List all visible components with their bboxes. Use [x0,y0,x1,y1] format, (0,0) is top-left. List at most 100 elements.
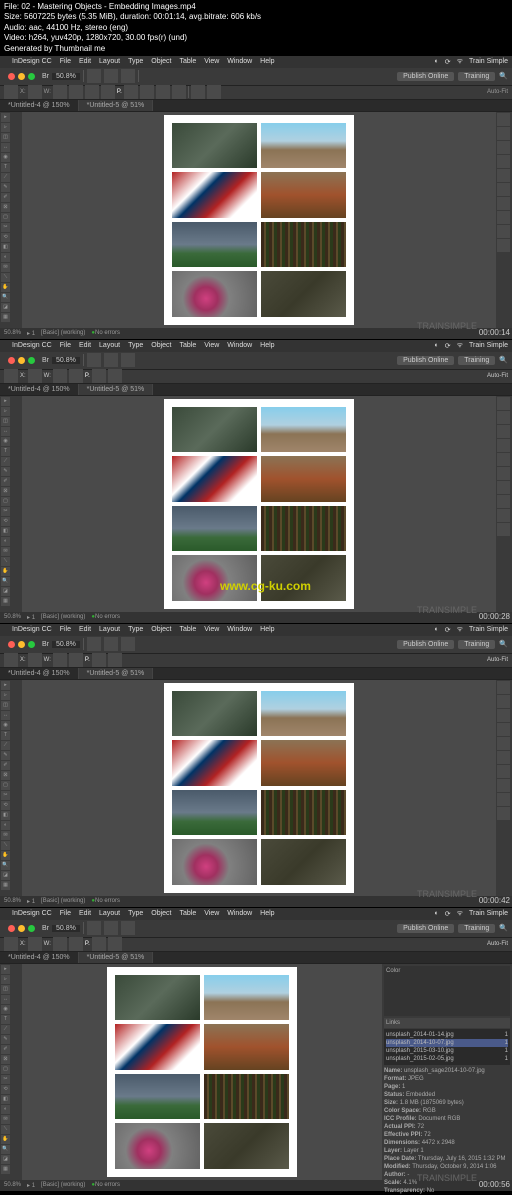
panel-icon[interactable] [497,211,510,224]
autofit-label[interactable]: Auto-Fit [487,89,508,95]
menu-file[interactable]: File [60,58,71,65]
status-errors[interactable]: No errors [95,330,120,336]
pen-tool[interactable]: ✎ [1,183,10,192]
selection-tool[interactable]: ▸ [1,113,10,122]
menu-edit[interactable]: Edit [79,58,91,65]
meta-audio: Audio: aac, 44100 Hz, stereo (eng) [4,23,508,33]
placed-image-2[interactable] [261,123,346,169]
tab-1[interactable]: *Untitled-4 @ 150% [0,100,79,111]
view-options-icon[interactable] [87,69,101,83]
minimize-window[interactable] [18,73,25,80]
placed-image-4[interactable] [261,172,346,218]
panel-icon[interactable] [497,141,510,154]
meta-gen: Generated by Thumbnail me [4,44,508,54]
app-name: InDesign CC [12,58,52,65]
fill-stroke[interactable]: ◪ [1,303,10,312]
menu-table[interactable]: Table [179,58,196,65]
gradient-feather-tool[interactable]: ◐ [1,253,10,262]
meta-file: File: 02 - Mastering Objects - Embedding… [4,2,508,12]
scissors-tool[interactable]: ✂ [1,223,10,232]
line-tool[interactable]: ⟋ [1,173,10,182]
creative-cloud-icon[interactable]: ◐ [434,58,438,65]
constrain-icon[interactable] [69,85,83,99]
placed-image-7[interactable] [172,271,257,317]
note-tool[interactable]: ✉ [1,263,10,272]
hand-tool[interactable]: ✋ [1,283,10,292]
placed-image-1[interactable] [172,123,257,169]
document-page[interactable] [164,115,354,325]
panel-icon[interactable] [497,169,510,182]
panel-icon[interactable] [497,113,510,126]
meta-video: Video: h264, yuv420p, 1280x720, 30.00 fp… [4,33,508,43]
toolbox: ▸▹ ◫↔ ◉T ⟋✎ ✐⊠ ▢✂ ⟲◧ ◐✉ ⟍✋ 🔍◪ ▦ [0,112,22,328]
type-tool[interactable]: T [1,163,10,172]
window-controls [4,71,39,82]
gradient-tool[interactable]: ◧ [1,243,10,252]
rectangle-frame-tool[interactable]: ⊠ [1,203,10,212]
thumbnail-frame-2: InDesign CCFileEditLayoutTypeObjectTable… [0,340,512,623]
publish-button[interactable]: Publish Online [397,72,454,81]
document-tabs: *Untitled-4 @ 150% *Untitled-5 @ 51% [0,100,512,112]
app-toolbar: Br 50.8% Publish Online Training 🔍 [0,68,512,86]
status-zoom[interactable]: 50.8% [4,330,21,336]
panel-icon[interactable] [497,197,510,210]
panel-icon[interactable] [497,127,510,140]
training-button[interactable]: Training [458,72,495,81]
eyedropper-tool[interactable]: ⟍ [1,273,10,282]
link-row[interactable]: unsplash_2015-02-05.jpg 1 [386,1055,508,1063]
watermark-url: www.cg-ku.com [220,579,311,593]
panel-icon[interactable] [497,225,510,238]
menu-window[interactable]: Window [227,58,252,65]
link-row[interactable]: unsplash_2014-01-14.jpg 1 [386,1031,508,1039]
timestamp: 00:00:14 [479,328,510,337]
zoom-window[interactable] [28,73,35,80]
sync-icon[interactable]: ⟳ [445,58,451,66]
timestamp: 00:00:42 [479,896,510,905]
wifi-icon[interactable]: ᯤ [457,57,463,66]
link-row[interactable]: unsplash_2015-03-10.jpg 1 [386,1047,508,1055]
meta-size: Size: 5607225 bytes (5.35 MiB), duration… [4,12,508,22]
zoom-tool[interactable]: 🔍 [1,293,10,302]
free-transform-tool[interactable]: ⟲ [1,233,10,242]
close-window[interactable] [8,73,15,80]
placed-image-6[interactable] [261,222,346,268]
screen-mode-icon[interactable] [104,69,118,83]
search-icon[interactable]: 🔍 [499,72,508,81]
thumbnail-frame-1: InDesign CC File Edit Layout Type Object… [0,56,512,339]
timestamp: 00:00:28 [479,612,510,621]
reference-point-icon[interactable] [4,85,18,99]
placed-image-8[interactable] [261,271,346,317]
links-panel-title[interactable]: Links [384,1018,510,1028]
rectangle-tool[interactable]: ▢ [1,213,10,222]
menu-layout[interactable]: Layout [99,58,120,65]
panel-icon[interactable] [497,239,510,252]
pencil-tool[interactable]: ✐ [1,193,10,202]
link-row-selected[interactable]: unsplash_2014-10-07.jpg 1 [386,1039,508,1047]
timestamp: 00:00:56 [479,1180,510,1189]
brand-watermark: TRAINSIMPLE [417,321,477,331]
placed-image-3[interactable] [172,172,257,218]
tab-2[interactable]: *Untitled-5 @ 51% [79,100,154,111]
menu-object[interactable]: Object [151,58,171,65]
brand-watermark: TRAINSIMPLE [417,605,477,615]
status-basic[interactable]: [Basic] (working) [41,330,85,336]
zoom-level[interactable]: 50.8% [52,73,80,80]
placed-image-5[interactable] [172,222,257,268]
bridge-icon[interactable]: Br [42,73,49,80]
flip-h-icon[interactable] [156,85,170,99]
panel-icon[interactable] [497,183,510,196]
arrange-icon[interactable] [121,69,135,83]
panel-icon[interactable] [497,155,510,168]
direct-select-tool[interactable]: ▹ [1,123,10,132]
gap-tool[interactable]: ↔ [1,143,10,152]
view-mode[interactable]: ▦ [1,313,10,322]
menu-view[interactable]: View [204,58,219,65]
content-collector-tool[interactable]: ◉ [1,153,10,162]
links-panel: Color Links unsplash_2014-01-14.jpg 1 un… [382,964,512,1180]
flip-v-icon[interactable] [172,85,186,99]
menu-type[interactable]: Type [128,58,143,65]
canvas[interactable] [22,112,496,328]
page-tool[interactable]: ◫ [1,133,10,142]
color-panel-header[interactable]: Color [384,966,510,1016]
menu-help[interactable]: Help [260,58,274,65]
